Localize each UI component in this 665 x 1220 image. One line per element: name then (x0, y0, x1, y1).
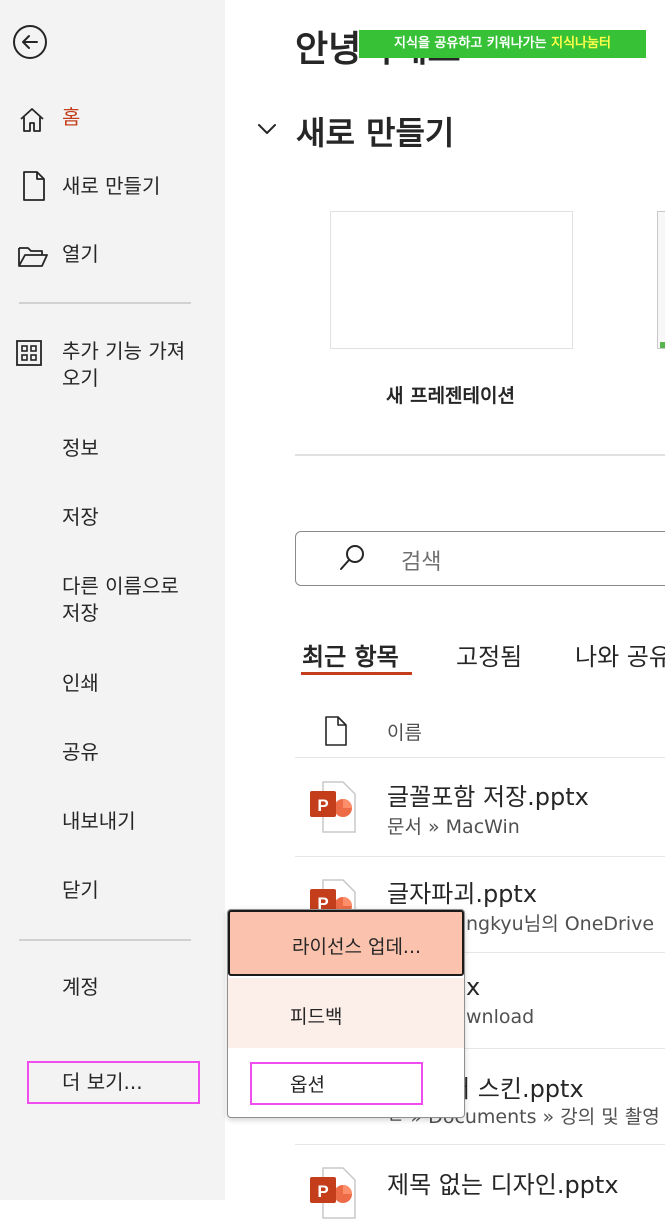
watermark-banner: 지식을 공유하고 키워나가는 지식나눔터 (359, 30, 646, 58)
addins-grid-icon (16, 340, 42, 366)
row-separator (295, 1144, 665, 1145)
svg-text:P: P (317, 1182, 328, 1201)
file-path: 문서 » MacWin (387, 816, 520, 838)
menu-item-feedback[interactable]: 피드백 (228, 978, 464, 1048)
section-divider (295, 454, 665, 456)
new-section-title: 새로 만들기 (296, 114, 455, 152)
menu-item-label: 피드백 (290, 1006, 343, 1028)
sidebar-divider (19, 302, 191, 304)
back-button[interactable] (13, 25, 47, 59)
template-strip (660, 342, 665, 348)
tab-pinned[interactable]: 고정됨 (456, 637, 522, 672)
pptx-icon: P (310, 781, 356, 833)
menu-item-license-update[interactable]: 라이선스 업데... (228, 910, 464, 976)
more-highlight-box (27, 1061, 200, 1104)
sidebar-divider (19, 939, 191, 941)
sidebar-item-new[interactable]: 새로 만들기 (0, 166, 225, 208)
template-blank-presentation[interactable] (330, 211, 573, 349)
sidebar-item-addins[interactable]: 추가 기능 가져 오기 (0, 338, 225, 396)
sidebar-item-label: 새로 만들기 (62, 174, 161, 198)
file-name[interactable]: x (466, 973, 480, 1001)
sidebar-item-label: 홈 (62, 105, 81, 129)
sidebar-item-label: 추가 기능 가져 오기 (62, 339, 186, 390)
sidebar-item-export[interactable]: 내보내기 (62, 808, 136, 835)
file-type-icon (325, 716, 347, 746)
banner-text: 지식을 공유하고 키워나가는 (394, 36, 552, 51)
sidebar-item-account[interactable]: 계정 (62, 974, 99, 1001)
row-separator (295, 757, 665, 758)
column-header-name[interactable]: 이름 (387, 718, 422, 745)
open-folder-icon (18, 247, 48, 267)
file-path: wnload (466, 1006, 535, 1028)
sidebar-item-info[interactable]: 정보 (62, 435, 99, 462)
sidebar-item-share[interactable]: 공유 (62, 739, 99, 766)
tab-recent[interactable]: 최근 항목 (302, 637, 399, 672)
search-icon (340, 545, 364, 570)
tab-shared[interactable]: 나와 공유 (575, 637, 665, 672)
menu-item-label: 라이선스 업데... (292, 936, 422, 958)
file-name[interactable]: 글꼴포함 저장.pptx (387, 777, 589, 812)
sidebar-item-print[interactable]: 인쇄 (62, 670, 99, 697)
pptx-icon: P (310, 1167, 356, 1219)
sidebar-item-save[interactable]: 저장 (62, 504, 99, 531)
options-highlight-box (250, 1062, 423, 1105)
search-input[interactable] (295, 531, 665, 586)
sidebar-item-open[interactable]: 열기 (0, 234, 225, 276)
file-path: ngkyu님의 OneDrive (466, 913, 655, 935)
svg-text:P: P (317, 796, 328, 815)
file-name[interactable]: 글자파괴.pptx (387, 874, 537, 909)
sidebar-item-home[interactable]: 홈 (0, 98, 225, 140)
sidebar-item-save-as[interactable]: 다른 이름으로 저장 (62, 573, 212, 627)
row-separator (295, 856, 665, 857)
chevron-down-icon[interactable] (256, 121, 278, 137)
template-label: 새 프레젠테이션 (386, 385, 515, 407)
sidebar-item-label: 열기 (62, 242, 99, 266)
template-next[interactable] (657, 211, 665, 349)
search-placeholder: 검색 (401, 550, 442, 575)
tab-active-underline (301, 672, 412, 675)
banner-highlight: 지식나눔터 (551, 36, 611, 51)
back-arrow-icon (22, 35, 38, 49)
home-icon (20, 108, 44, 132)
sidebar-item-close[interactable]: 닫기 (62, 877, 99, 904)
new-file-icon (23, 171, 45, 201)
file-name[interactable]: 제목 없는 디자인.pptx (387, 1165, 619, 1200)
